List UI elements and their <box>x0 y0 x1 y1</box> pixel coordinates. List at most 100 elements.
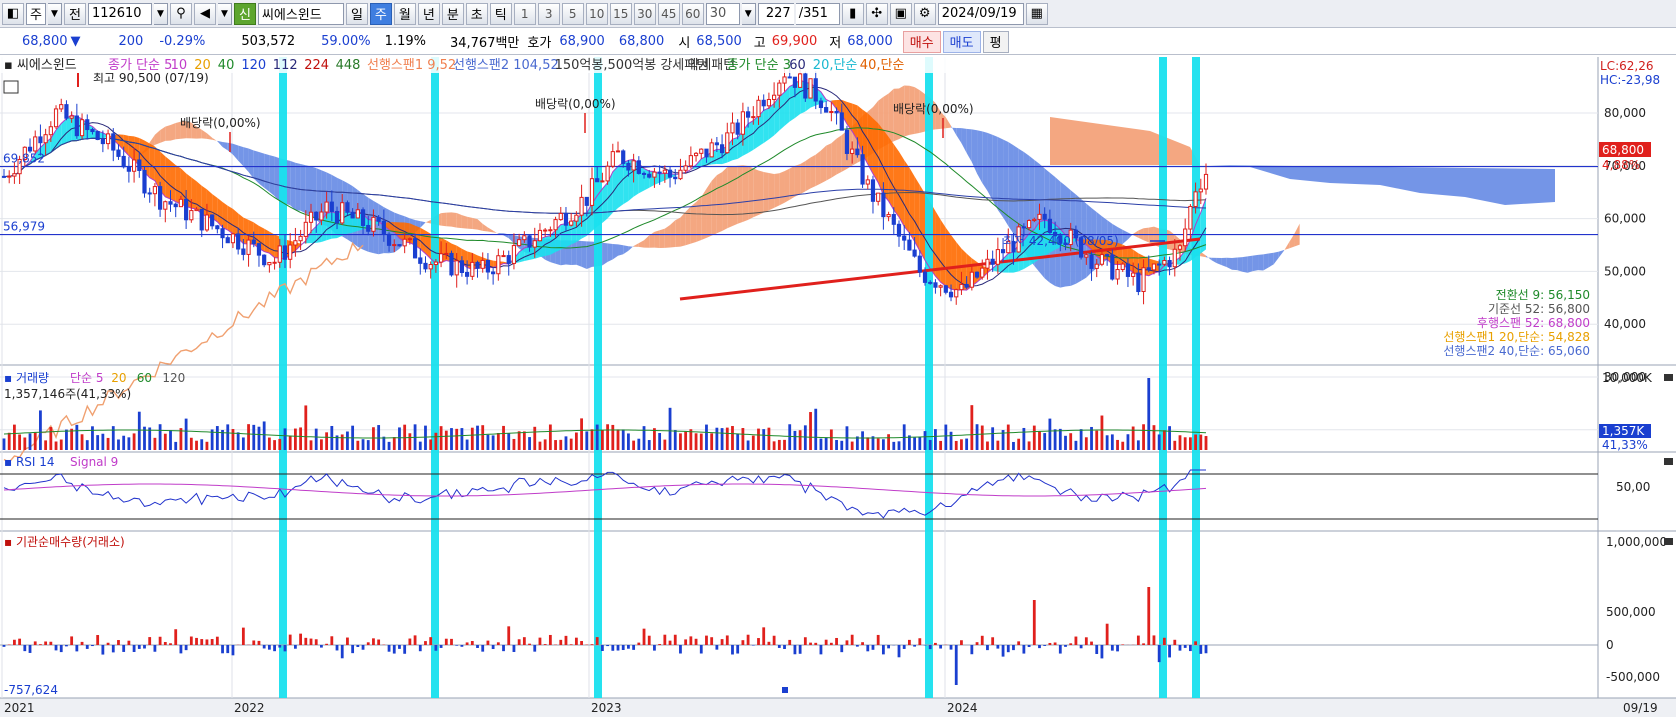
candle-body <box>886 214 891 218</box>
candle-body <box>491 271 496 275</box>
volume-bar <box>309 440 313 450</box>
mode-button[interactable]: 전 <box>63 2 86 25</box>
volume-bar <box>1204 436 1208 450</box>
volume-bar <box>137 411 141 450</box>
dividend-label: 배당락(0,00%) <box>535 97 616 111</box>
chart-svg[interactable]: 80,00070,00060,00050,00040,00030,00020,0… <box>0 57 1676 717</box>
speaker-icon[interactable]: ◀ <box>193 2 216 25</box>
volume-bar <box>85 440 89 450</box>
date-input[interactable]: 2024/09/19 <box>937 2 1024 25</box>
inst-bar <box>1121 644 1125 645</box>
inst-bar <box>642 628 646 645</box>
volume-bar <box>1188 437 1192 450</box>
candle-body <box>839 112 844 131</box>
inst-bar <box>502 645 505 652</box>
crosshair-icon[interactable]: ✣ <box>865 2 888 25</box>
candle-body <box>204 214 210 231</box>
period-week[interactable]: 주 <box>369 2 392 25</box>
candle-body <box>683 165 688 171</box>
buy-button[interactable]: 매수 <box>902 30 941 53</box>
inst-bar <box>23 645 27 652</box>
inst-bar <box>1001 645 1005 657</box>
period-second[interactable]: 초 <box>465 2 488 25</box>
candle-body <box>647 173 652 178</box>
chevron-down-icon[interactable]: ▼ <box>47 2 62 25</box>
rsi-signal-label: Signal 9 <box>70 455 118 469</box>
inst-bar <box>439 645 443 648</box>
volume-bar <box>257 426 261 450</box>
hc-label: HC:-23,98 <box>1600 73 1660 87</box>
candle-body <box>251 239 256 245</box>
inst-bar <box>1048 642 1052 645</box>
inst-bar <box>611 645 615 651</box>
panel-close-icon[interactable] <box>1664 458 1673 465</box>
candle-body <box>246 239 251 255</box>
candle-body <box>85 119 90 131</box>
bid-price: 68,800 <box>618 34 665 49</box>
rsi-y-tick: 50,00 <box>1616 480 1650 494</box>
chevron-down-icon[interactable]: ▼ <box>217 2 232 25</box>
reference-hline-label: 56,979 <box>3 220 45 234</box>
candle-body <box>844 129 850 154</box>
period-tick[interactable]: 틱 <box>489 2 512 25</box>
interval-3[interactable]: 3 <box>537 2 560 25</box>
menu-icon[interactable]: ◧ <box>2 2 24 25</box>
chart-type-select[interactable]: 주 <box>26 2 46 25</box>
inst-bar <box>288 634 292 645</box>
candle-body <box>485 259 491 273</box>
period-year[interactable]: 년 <box>417 2 440 25</box>
volume-bar <box>611 424 615 450</box>
ichimoku-cloud-segment <box>456 212 462 229</box>
new-flag-badge[interactable]: 신 <box>233 2 256 25</box>
inst-bar <box>101 645 105 655</box>
inst-bar <box>257 640 261 645</box>
stock-code-input[interactable]: 112610 <box>87 2 152 25</box>
inst-bar <box>278 645 282 648</box>
search-icon[interactable]: ⚲ <box>169 2 192 25</box>
interval-5[interactable]: 5 <box>561 2 584 25</box>
volume-bar <box>897 441 901 450</box>
x-axis-year-label: 2021 <box>4 701 35 715</box>
panel-close-icon[interactable] <box>1664 538 1673 545</box>
period-month[interactable]: 월 <box>393 2 416 25</box>
evaluate-button[interactable]: 평 <box>982 30 1009 53</box>
inst-bar <box>117 640 120 645</box>
candle-body <box>475 261 480 269</box>
volume-bar <box>939 440 943 450</box>
position-field[interactable]: 227 <box>757 2 794 25</box>
chevron-down-icon[interactable]: ▼ <box>153 2 168 25</box>
ichimoku-cloud-segment <box>461 215 468 229</box>
candle-body <box>610 151 615 167</box>
inst-bar <box>1162 637 1166 645</box>
inst-bar <box>606 645 610 647</box>
volume-bar <box>163 433 167 450</box>
interval-1[interactable]: 1 <box>513 2 536 25</box>
volume-bar <box>346 431 349 450</box>
interval-60[interactable]: 60 <box>681 2 704 25</box>
period-day[interactable]: 일 <box>345 2 368 25</box>
panel-close-icon[interactable] <box>1664 374 1673 381</box>
interval-15[interactable]: 15 <box>609 2 632 25</box>
interval-30[interactable]: 30 <box>633 2 656 25</box>
period-minute[interactable]: 분 <box>441 2 464 25</box>
volume-bar <box>33 432 37 450</box>
interval-10[interactable]: 10 <box>585 2 608 25</box>
interval-select[interactable]: 30 <box>705 2 740 25</box>
interval-45[interactable]: 45 <box>657 2 680 25</box>
calendar-icon[interactable]: ▦ <box>1025 2 1048 25</box>
sell-button[interactable]: 매도 <box>942 30 981 53</box>
candle-body <box>855 148 860 156</box>
chevron-down-icon[interactable]: ▼ <box>741 2 756 25</box>
candle-body <box>371 216 376 232</box>
ma-band-segment <box>945 227 952 289</box>
volume-bar <box>538 441 542 450</box>
ichimoku-value-label: 후행스팬 52: 68,800 <box>1477 315 1590 330</box>
chart-area[interactable]: 80,00070,00060,00050,00040,00030,00020,0… <box>0 57 1676 717</box>
candle-body <box>803 73 808 99</box>
save-icon[interactable]: ▣ <box>889 2 912 25</box>
stock-name-field[interactable]: 씨에스윈드 <box>257 2 344 25</box>
inst-bar <box>455 645 459 646</box>
gear-icon[interactable]: ⚙ <box>913 2 936 25</box>
candle-body <box>355 209 360 219</box>
candles-icon[interactable]: ▮ <box>841 2 864 25</box>
